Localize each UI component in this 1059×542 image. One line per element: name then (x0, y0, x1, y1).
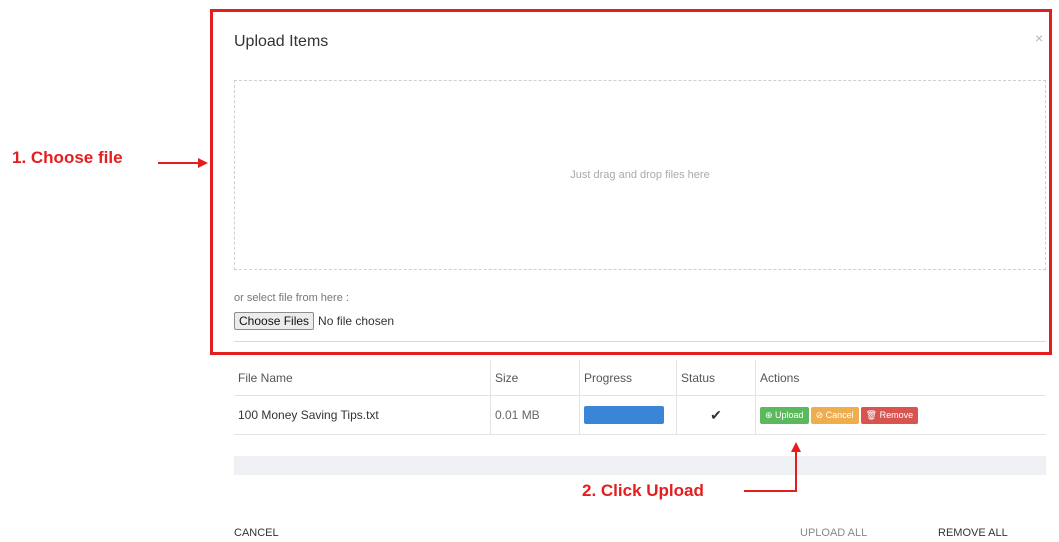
file-input: Choose Files No file chosen (234, 312, 394, 330)
header-status: Status (676, 360, 756, 396)
no-file-text: No file chosen (318, 314, 395, 328)
file-size-cell: 0.01 MB (490, 395, 580, 435)
cancel-upload-label: Cancel (825, 409, 854, 420)
actions-cell: ⊕ Upload ⊘ Cancel 🗑 Remove (755, 395, 1046, 435)
upload-all-button[interactable]: UPLOAD ALL (800, 527, 867, 539)
upload-button[interactable]: ⊕ Upload (760, 406, 809, 424)
choose-files-button[interactable]: Choose Files (234, 312, 315, 330)
drop-zone[interactable]: Just drag and drop files here (234, 80, 1046, 270)
upload-button-label: Upload (775, 409, 804, 420)
checkmark-icon: ✔ (676, 395, 756, 435)
table-header-row: File Name Size Progress Status Actions (234, 360, 1046, 396)
total-progress-bar (234, 456, 1046, 475)
divider (234, 341, 1046, 342)
cancel-upload-button[interactable]: ⊘ Cancel (810, 406, 859, 424)
header-progress: Progress (579, 360, 677, 396)
progress-bar (584, 406, 664, 424)
table-row: 100 Money Saving Tips.txt 0.01 MB ✔ ⊕ Up… (234, 395, 1046, 435)
close-icon[interactable]: × (1035, 30, 1043, 46)
header-actions: Actions (755, 360, 1046, 396)
progress-cell (579, 395, 677, 435)
drop-zone-text: Just drag and drop files here (570, 169, 710, 181)
remove-all-button[interactable]: REMOVE ALL (938, 527, 1008, 539)
header-size: Size (490, 360, 580, 396)
file-name-cell: 100 Money Saving Tips.txt (234, 395, 491, 435)
arrow-right-icon (158, 158, 208, 168)
step2-annotation: 2. Click Upload (582, 481, 704, 500)
step1-annotation: 1. Choose file (12, 148, 123, 167)
select-file-label: or select file from here : (234, 292, 349, 304)
arrow-up-icon (744, 442, 801, 492)
remove-button-label: Remove (879, 409, 914, 420)
header-file-name: File Name (234, 360, 491, 396)
cancel-button[interactable]: CANCEL (234, 527, 279, 539)
remove-button[interactable]: 🗑 Remove (860, 406, 919, 424)
dialog-title: Upload Items (234, 33, 329, 50)
upload-queue-table: File Name Size Progress Status Actions 1… (234, 360, 1046, 435)
